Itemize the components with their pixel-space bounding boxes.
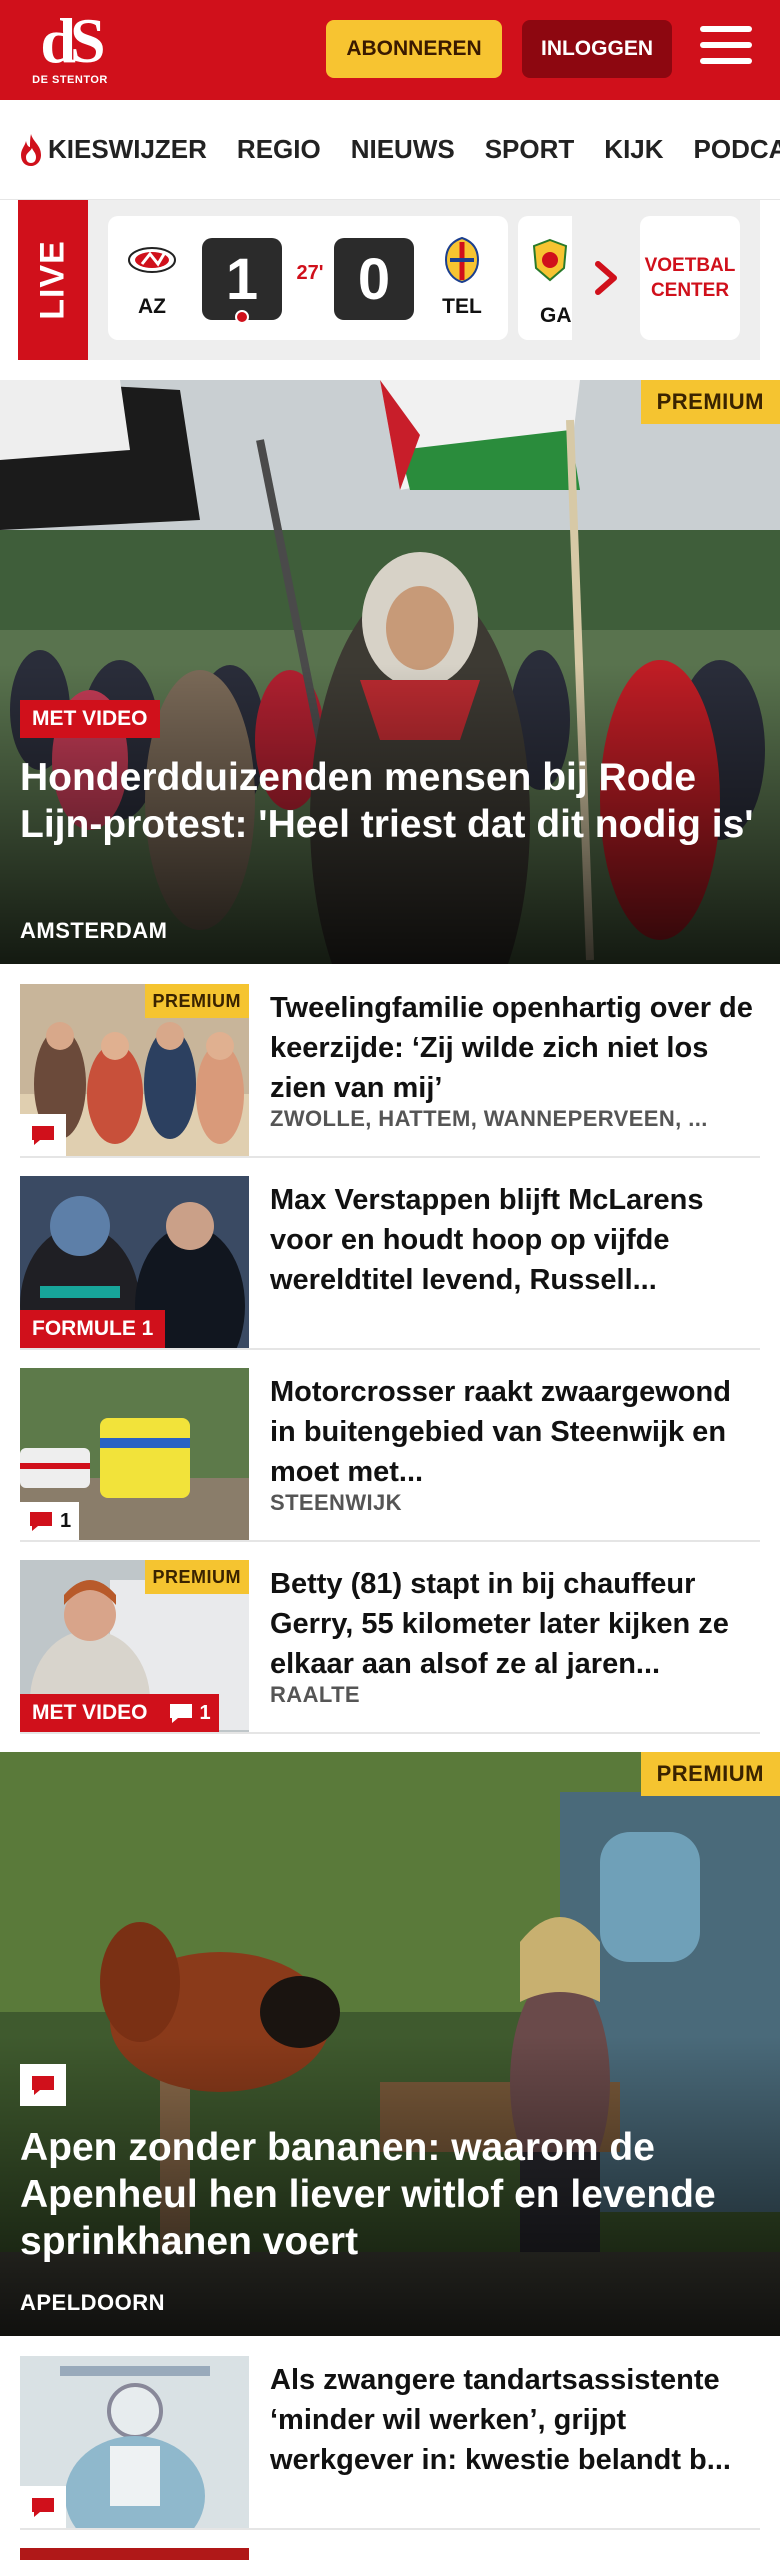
next-match-home-abbr: GA xyxy=(540,304,572,327)
away-score: 0 xyxy=(334,238,414,320)
telstar-crest-icon xyxy=(444,236,480,284)
article-thumbnail: PREMIUM MET VIDEO 1 xyxy=(20,1560,249,1732)
comment-icon xyxy=(32,2076,54,2095)
login-button[interactable]: INLOGGEN xyxy=(522,20,672,78)
article-title[interactable]: Betty (81) stapt in bij chauffeur Gerry,… xyxy=(270,1564,758,1684)
subscribe-button[interactable]: ABONNEREN xyxy=(326,20,502,78)
article-thumbnail: FORMULE 1 xyxy=(20,1176,249,1348)
comment-badge xyxy=(20,2064,66,2106)
thumbnail-badges: FORMULE 1 xyxy=(20,1310,166,1348)
comment-icon xyxy=(32,1126,54,1145)
live-scores-strip: LIVE AZ 1 27' 0 TEL GA VOETBAL CENTER xyxy=(18,200,760,360)
article-title[interactable]: Tweelingfamilie openhartig over de keerz… xyxy=(270,988,758,1108)
hero-article[interactable]: PREMIUM Apen zonder bananen: waarom de A… xyxy=(0,1752,780,2336)
article-title[interactable]: Motorcrosser raakt zwaargewond in buiten… xyxy=(270,1372,758,1492)
flame-icon xyxy=(21,133,41,166)
away-club: TEL xyxy=(432,236,492,319)
premium-badge: PREMIUM xyxy=(144,984,249,1018)
hero-location: AMSTERDAM xyxy=(20,918,168,943)
football-center-button[interactable]: VOETBAL CENTER xyxy=(640,216,740,340)
comment-icon xyxy=(32,2498,54,2517)
comment-badge xyxy=(20,1114,66,1156)
match-minute: 27' xyxy=(296,262,324,284)
comment-count-badge: 1 xyxy=(20,1502,80,1540)
list-item[interactable]: PREMIUM Tweelingfamilie openhartig over … xyxy=(20,966,760,1158)
home-team-abbr: AZ xyxy=(138,295,166,318)
home-score: 1 xyxy=(202,238,282,320)
nav-item-regio[interactable]: REGIO xyxy=(237,134,321,165)
list-item[interactable]: PREMIUM MET VIDEO 1 Betty (81) stapt in … xyxy=(20,1542,760,1734)
site-logo[interactable]: dS DE STENTOR xyxy=(28,5,112,92)
article-location: RAALTE xyxy=(270,1682,360,1707)
article-title[interactable]: Als zwangere tandartsassistente ‘minder … xyxy=(270,2360,758,2480)
ga-eagles-crest-icon xyxy=(532,238,568,282)
premium-badge: PREMIUM xyxy=(144,1560,249,1594)
article-thumbnail: PREMIUM xyxy=(20,984,249,1156)
list-item[interactable]: Als zwangere tandartsassistente ‘minder … xyxy=(20,2338,760,2530)
comment-count-badge: 1 xyxy=(159,1694,219,1732)
away-team-abbr: TEL xyxy=(442,295,482,318)
az-crest-icon xyxy=(128,247,176,273)
nav-item-kijk[interactable]: KIJK xyxy=(604,134,663,165)
logo-name: DE STENTOR xyxy=(32,74,108,86)
thumbnail-badges: 1 xyxy=(20,1502,80,1540)
nav-label: KIESWIJZER xyxy=(48,134,207,164)
video-tag: MET VIDEO xyxy=(20,1694,160,1732)
video-tag: MET VIDEO xyxy=(20,700,160,738)
nav-item-sport[interactable]: SPORT xyxy=(485,134,575,165)
comment-count: 1 xyxy=(60,1509,72,1532)
live-dot-icon xyxy=(235,310,249,324)
comment-icon xyxy=(169,1704,192,1723)
comment-count: 1 xyxy=(199,1701,211,1724)
chevron-right-icon[interactable] xyxy=(590,258,624,298)
main-nav: KIESWIJZER REGIO NIEUWS SPORT KIJK PODCA… xyxy=(0,100,780,200)
live-label: LIVE xyxy=(18,200,88,360)
next-article-thumbnail-peek xyxy=(20,2548,249,2560)
hero-title[interactable]: Apen zonder bananen: waarom de Apenheul … xyxy=(20,2124,756,2265)
hamburger-icon[interactable] xyxy=(700,26,752,72)
hero-location: APELDOORN xyxy=(20,2290,166,2315)
premium-badge: PREMIUM xyxy=(640,380,780,424)
article-title[interactable]: Max Verstappen blijft McLarens voor en h… xyxy=(270,1180,758,1300)
article-location: STEENWIJK xyxy=(270,1490,402,1515)
site-header: dS DE STENTOR ABONNEREN INLOGGEN xyxy=(0,0,780,100)
list-item[interactable]: FORMULE 1 Max Verstappen blijft McLarens… xyxy=(20,1158,760,1350)
article-location: ZWOLLE, HATTEM, WANNEPERVEEN, ... xyxy=(270,1106,708,1131)
nav-item-nieuws[interactable]: NIEUWS xyxy=(351,134,455,165)
article-thumbnail xyxy=(20,2356,249,2528)
comment-badge xyxy=(20,2486,66,2528)
article-thumbnail: 1 xyxy=(20,1368,249,1540)
home-club: AZ xyxy=(122,236,182,319)
thumbnail-badges: MET VIDEO 1 xyxy=(20,1694,219,1732)
premium-badge: PREMIUM xyxy=(640,1752,780,1796)
nav-item-podcasts[interactable]: PODCASTS xyxy=(694,134,780,165)
nav-item-kieswijzer[interactable]: KIESWIJZER xyxy=(18,133,207,167)
next-match-card[interactable]: GA xyxy=(518,216,572,340)
match-card[interactable]: AZ 1 27' 0 TEL xyxy=(108,216,508,340)
list-item[interactable]: 1 Motorcrosser raakt zwaargewond in buit… xyxy=(20,1350,760,1542)
comment-icon xyxy=(30,1512,52,1531)
hero-title[interactable]: Honderdduizenden mensen bij Rode Lijn-pr… xyxy=(20,754,756,848)
category-tag: FORMULE 1 xyxy=(20,1310,166,1348)
logo-mark: dS xyxy=(40,5,105,76)
hero-article[interactable]: PREMIUM MET VIDEO Honderdduizenden mense… xyxy=(0,380,780,964)
